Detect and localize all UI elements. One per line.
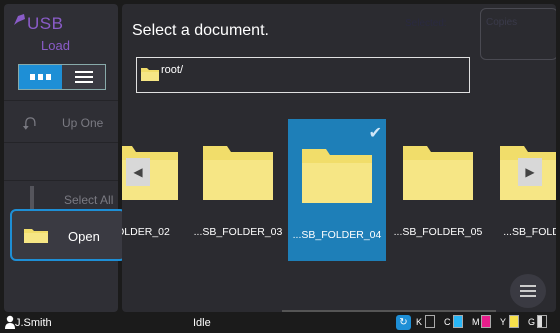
path-text: root/ (161, 64, 184, 76)
folder-icon (141, 68, 159, 81)
ink-label-k: K (416, 317, 423, 327)
up-arrow-icon: ⮏ (22, 114, 37, 134)
scroll-left-button[interactable]: ◀ (126, 158, 150, 186)
open-label: Open (68, 229, 100, 244)
folder-name: ...SB_FOLDER_04 (292, 229, 382, 241)
up-one-button[interactable]: ⮏ Up One (4, 104, 118, 142)
open-button[interactable]: Open (10, 209, 126, 261)
folder-icon (203, 146, 273, 200)
select-all-label: Select All (64, 193, 114, 207)
thumbnail-view-icon (29, 74, 51, 80)
status-bar: J.Smith Idle ↻ K C M Y G (0, 312, 560, 333)
user-icon (5, 315, 15, 329)
folder-grid: OLDER_02 ...SB_FOLDER_03 ✔ ...SB_FOLDER_… (122, 116, 556, 266)
app-window: USB Load ⮏ Up One Select All Open Select… (0, 0, 560, 333)
list-view-button[interactable] (62, 65, 105, 89)
divider (4, 142, 118, 143)
folder-name: OLDER_02 (122, 226, 170, 238)
list-view-icon (74, 71, 93, 83)
machine-status: Idle (193, 317, 211, 329)
left-panel: USB Load ⮏ Up One Select All (4, 4, 118, 312)
select-all-button[interactable]: Select All (4, 184, 118, 212)
scroll-right-button[interactable]: ▶ (518, 158, 542, 186)
ink-label-g: G (528, 317, 536, 327)
ink-level-m (481, 315, 491, 328)
folder-name: ...SB_FOLDE (503, 226, 556, 238)
ink-label-y: Y (500, 317, 507, 327)
user-name: J.Smith (15, 317, 52, 329)
ink-level-g (537, 315, 547, 328)
folder-name: ...SB_FOLDER_05 (393, 226, 483, 238)
ink-level-k (425, 315, 435, 328)
folder-icon (302, 149, 372, 203)
menu-button[interactable] (510, 274, 546, 308)
up-one-label: Up One (62, 116, 104, 130)
folder-icon (403, 146, 473, 200)
folder-item[interactable]: ...SB_FOLDER_05 (389, 116, 487, 258)
path-breadcrumb: root/ (136, 57, 470, 93)
ink-level-y (509, 315, 519, 328)
selected-label: Selected: (405, 18, 447, 29)
chevron-left-icon: ◀ (133, 165, 143, 179)
folder-icon (24, 229, 48, 243)
usb-subtitle: Load (41, 38, 70, 53)
ink-level-c (453, 315, 463, 328)
divider (4, 180, 118, 181)
thumbnail-view-button[interactable] (19, 65, 62, 89)
folder-item-selected[interactable]: ✔ ...SB_FOLDER_04 (288, 119, 386, 261)
ink-refresh-icon[interactable]: ↻ (396, 315, 411, 330)
checkmark-icon: ✔ (368, 125, 382, 142)
folder-item[interactable]: ...SB_FOLDER_03 (189, 116, 287, 258)
divider (4, 100, 118, 101)
folder-name: ...SB_FOLDER_03 (193, 226, 283, 238)
hamburger-icon (520, 285, 536, 297)
usb-brand: USB Load (4, 4, 118, 60)
folder-item[interactable]: OLDER_02 (122, 116, 192, 258)
ink-label-m: M (472, 317, 480, 327)
page-title: Select a document. (132, 22, 269, 39)
ink-label-c: C (444, 317, 451, 327)
main-panel: Select a document. Selected: Copies root… (122, 4, 556, 312)
view-toggle (18, 64, 106, 90)
folder-item[interactable]: ...SB_FOLDE (486, 116, 556, 258)
usb-icon (14, 14, 25, 25)
copies-box[interactable]: Copies (480, 8, 556, 60)
usb-title: USB (27, 14, 64, 33)
copies-label: Copies (486, 17, 518, 28)
chevron-right-icon: ▶ (525, 165, 535, 179)
